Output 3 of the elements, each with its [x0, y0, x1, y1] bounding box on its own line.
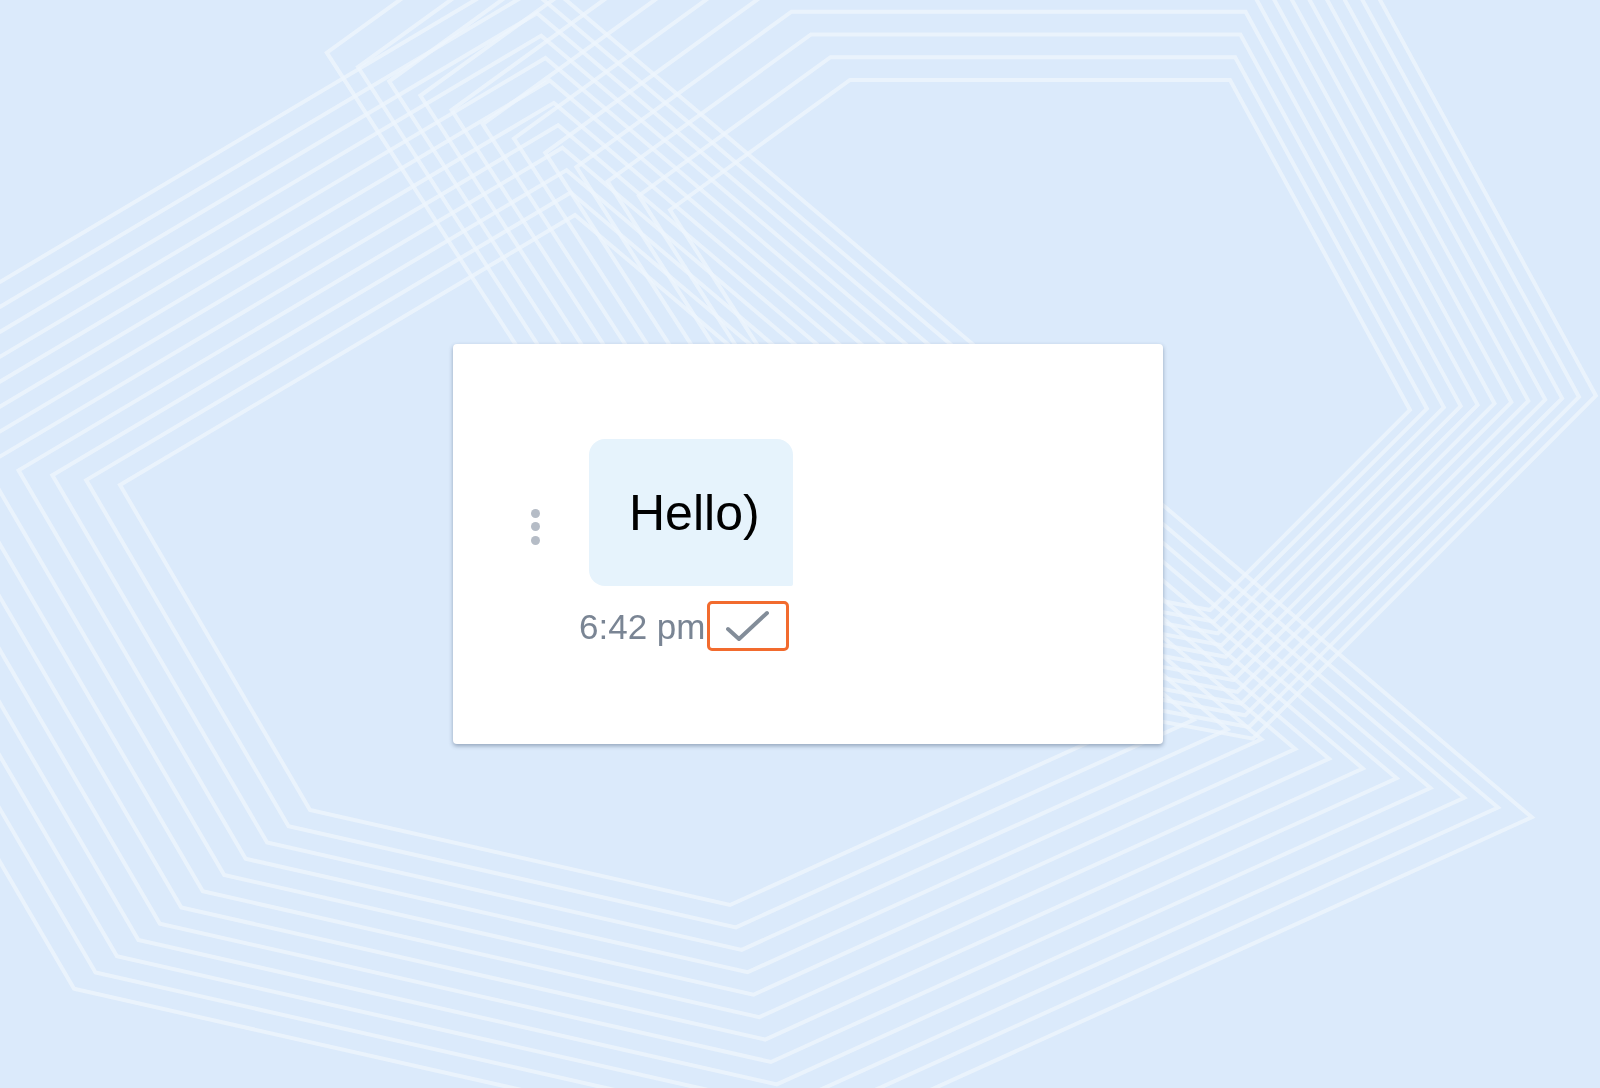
more-options-icon[interactable]: [529, 508, 541, 545]
message-time: 6:42 pm: [579, 608, 706, 644]
message-text: Hello): [629, 487, 760, 538]
